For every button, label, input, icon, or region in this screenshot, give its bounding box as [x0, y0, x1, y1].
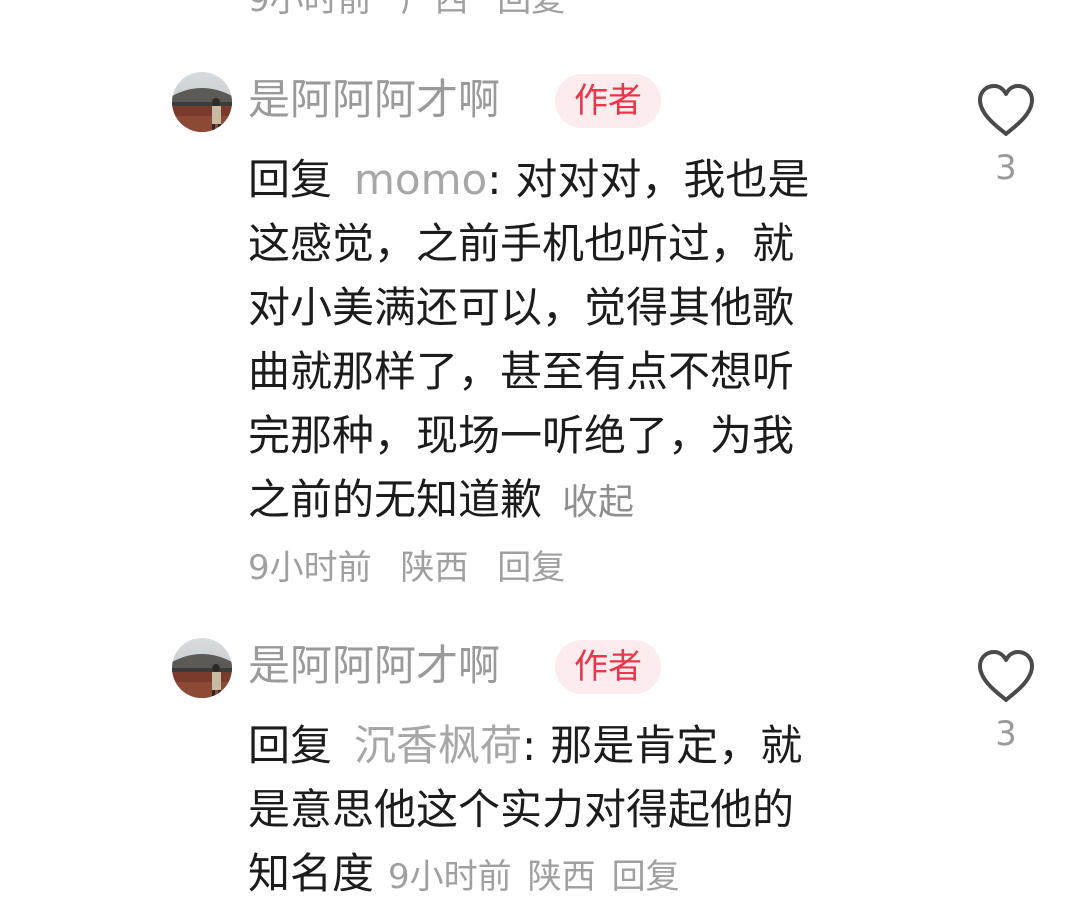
comment-time: 9小时前: [388, 857, 512, 897]
reply-colon: :: [522, 721, 537, 770]
reply-colon: :: [487, 155, 502, 204]
heart-outline-icon: [978, 650, 1034, 702]
comment-location: 陕西: [400, 548, 469, 588]
reply-target-username[interactable]: 沉香枫荷: [354, 721, 522, 770]
reply-prefix: 回复: [248, 155, 333, 204]
comment-line: 那是肯定，就: [550, 721, 803, 770]
previous-comment-meta: 9小时前 广西 回复: [248, 0, 583, 22]
comment-line: 是意思他这个实力对得起他的: [248, 785, 795, 834]
comment-meta: 9小时前 陕西 回复: [248, 546, 583, 590]
comment-text: 回复 momo: 对对对，我也是 这感觉，之前手机也听过，就 对小美满还可以，觉得其…: [248, 148, 908, 535]
comment-line: 对小美满还可以，觉得其他歌: [248, 283, 795, 332]
comment-line: 曲就那样了，甚至有点不想听: [248, 347, 795, 396]
reply-button[interactable]: 回复: [612, 857, 680, 897]
username[interactable]: 是阿阿阿才啊: [248, 74, 500, 126]
comment-line: 知名度: [248, 849, 375, 898]
comment-time: 9小时前: [248, 548, 372, 588]
like-button[interactable]: 3: [972, 648, 1040, 754]
avatar[interactable]: [172, 72, 232, 132]
comment-text: 回复 沉香枫荷: 那是肯定，就 是意思他这个实力对得起他的 知名度 9小时前 陕西 回复: [248, 714, 908, 909]
comment-time: 9小时前: [248, 0, 372, 20]
comment-location: 广西: [400, 0, 469, 20]
comment-line: 完那种，现场一听绝了，为我: [248, 411, 795, 460]
comment-meta: 9小时前 陕西 回复: [388, 857, 696, 897]
like-count: 3: [995, 714, 1017, 754]
reply-button[interactable]: 回复: [497, 548, 565, 588]
comment-line: 这感觉，之前手机也听过，就: [248, 219, 795, 268]
author-badge: 作者: [555, 640, 661, 694]
collapse-button[interactable]: 收起: [562, 482, 634, 523]
author-badge: 作者: [555, 74, 661, 128]
heart-outline-icon: [978, 84, 1034, 136]
like-button[interactable]: 3: [972, 82, 1040, 188]
like-count: 3: [995, 148, 1017, 188]
reply-button[interactable]: 回复: [497, 0, 565, 20]
username[interactable]: 是阿阿阿才啊: [248, 640, 500, 692]
reply-prefix: 回复: [248, 721, 333, 770]
reply-target-username[interactable]: momo: [354, 155, 487, 204]
comment-location: 陕西: [527, 857, 596, 897]
comment-line: 之前的无知道歉: [248, 475, 543, 524]
comment-line: 对对对，我也是: [515, 155, 810, 204]
avatar[interactable]: [172, 638, 232, 698]
